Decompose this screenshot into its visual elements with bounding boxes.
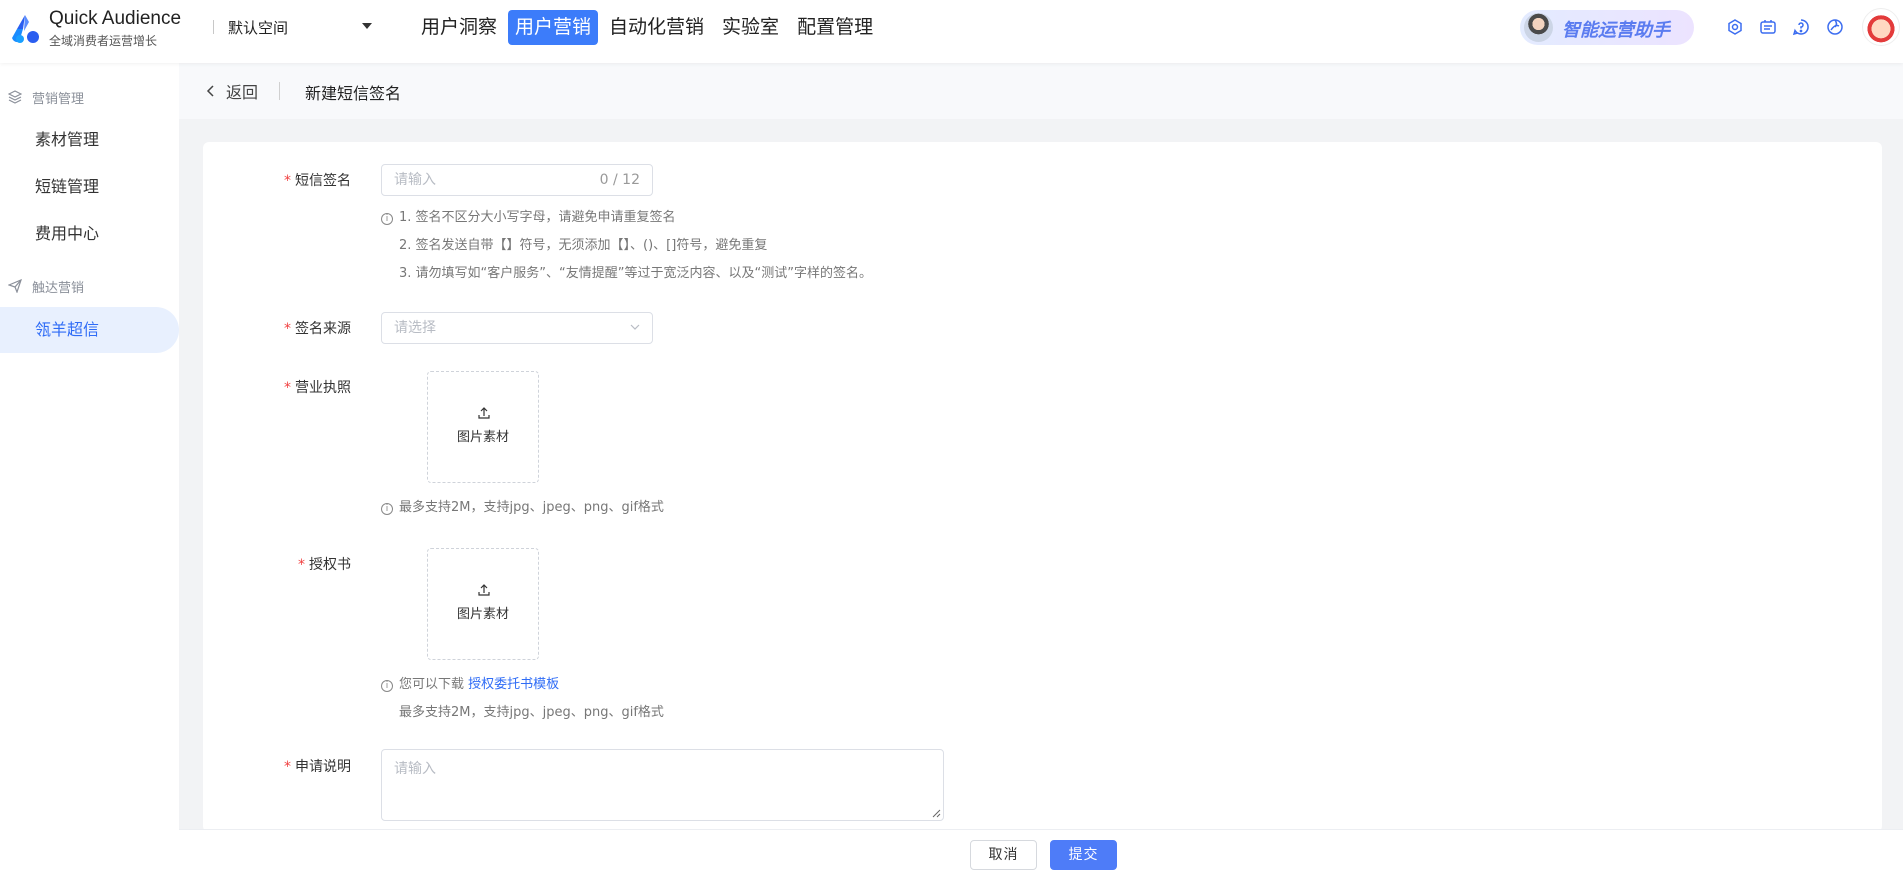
signature-placeholder: 请输入 [394,172,436,188]
description-textarea[interactable]: 请输入 [381,749,944,821]
header-divider [213,20,214,34]
sidebar-group-reach-marketing: 触达营销 [8,276,84,296]
nav-config[interactable]: 配置管理 [790,10,880,45]
description-placeholder: 请输入 [394,761,436,777]
source-select[interactable]: 请选择 [381,312,653,344]
caret-down-icon[interactable] [362,23,372,29]
workspace-selector[interactable]: 默认空间 [228,17,288,38]
sidebar-group-label: 营销管理 [32,91,85,107]
license-label: * 营业执照 [284,377,351,397]
sidebar-item-lingyang-chaoxin[interactable]: 瓴羊超信 [0,307,179,353]
assistant-avatar-icon [1524,13,1553,42]
description-label: * 申请说明 [284,756,351,776]
authorization-upload[interactable]: 图片素材 [427,548,539,660]
authorization-template-link[interactable]: 授权委托书模板 [468,677,559,692]
send-icon [8,279,22,293]
required-mark: * [284,321,291,337]
upload-label: 图片素材 [456,607,509,622]
back-label: 返回 [226,83,259,102]
brand-title: Quick Audience [49,8,182,29]
page-title: 新建短信签名 [305,84,402,103]
form-footer: 取消 提交 [179,829,1903,876]
main-nav: 用户洞察 用户营销 自动化营销 实验室 配置管理 [414,10,884,45]
chevron-down-icon [630,324,640,330]
app-icon[interactable] [1726,18,1744,36]
hint-text: 最多支持2M，支持jpg、jpeg、png、gif格式 [399,500,664,515]
required-mark: * [284,380,291,396]
signature-label-text: 短信签名 [295,173,351,189]
assistant-label: 智能运营助手 [1562,20,1670,41]
license-label-text: 营业执照 [295,380,351,396]
authorization-hint-2: 最多支持2M，支持jpg、jpeg、png、gif格式 [399,705,664,720]
license-hint: i 最多支持2M，支持jpg、jpeg、png、gif格式 [381,496,664,515]
description-label-text: 申请说明 [295,759,351,775]
user-avatar[interactable] [1862,8,1900,46]
subheader-divider [279,82,280,100]
source-label: * 签名来源 [284,318,351,338]
signature-input[interactable]: 请输入 0 / 12 [381,164,653,196]
authorization-hint: i 您可以下载 授权委托书模板 [381,673,559,692]
upload-label: 图片素材 [456,430,509,445]
license-upload[interactable]: 图片素材 [427,371,539,483]
layers-icon [8,90,22,104]
smart-assistant-button[interactable]: 智能运营助手 [1520,10,1694,45]
authorization-label-text: 授权书 [309,557,351,573]
sidebar-group-label: 触达营销 [32,280,85,296]
required-mark: * [284,759,291,775]
sidebar-item-billing[interactable]: 费用中心 [0,211,179,257]
nav-automation-marketing[interactable]: 自动化营销 [602,10,711,45]
resize-handle-icon[interactable] [931,808,941,818]
form-card: * 短信签名 请输入 0 / 12 i 1. 签名不区分大小写字母，请避免申请重复签… [203,142,1882,832]
info-icon: i [381,503,393,515]
signature-label: * 短信签名 [284,170,351,190]
required-mark: * [298,557,305,573]
submit-button[interactable]: 提交 [1050,840,1117,870]
signature-hint-1: i 1. 签名不区分大小写字母，请避免申请重复签名 [381,206,676,225]
required-mark: * [284,173,291,189]
nav-lab[interactable]: 实验室 [715,10,786,45]
message-icon[interactable] [1759,18,1777,36]
nav-user-marketing[interactable]: 用户营销 [508,10,599,45]
hint-text: 1. 签名不区分大小写字母，请避免申请重复签名 [399,210,676,225]
brand-subtitle: 全域消费者运营增长 [49,34,158,48]
quick-audience-logo-icon[interactable] [8,12,42,46]
back-button[interactable]: 返回 [205,81,259,102]
signature-hint-2: 2. 签名发送自带【】符号，无须添加【】、()、[]符号，避免重复 [399,238,768,253]
signature-hint-3: 3. 请勿填写如“客户服务”、“友情提醒”等过于宽泛内容、以及“测试”字样的签名… [399,266,872,281]
chevron-left-icon [206,85,214,97]
hint-text: 您可以下载 [399,677,465,692]
authorization-label: * 授权书 [298,554,351,574]
source-placeholder: 请选择 [394,320,436,336]
upload-icon [478,584,490,596]
help-icon[interactable] [1792,18,1810,36]
nav-user-insight[interactable]: 用户洞察 [414,10,504,45]
sidebar-group-marketing-management: 营销管理 [8,87,84,107]
sidebar-item-short-link[interactable]: 短链管理 [0,164,179,210]
char-counter: 0 / 12 [599,172,640,188]
cancel-button[interactable]: 取消 [970,840,1037,870]
upload-icon [478,407,490,419]
theme-icon[interactable] [1826,18,1844,36]
info-icon: i [381,213,393,225]
info-icon: i [381,680,393,692]
page-subheader: 返回 新建短信签名 [179,63,1903,119]
source-label-text: 签名来源 [295,321,351,337]
sidebar: 营销管理 素材管理 短链管理 费用中心 触达营销 瓴羊超信 [0,63,179,876]
sidebar-item-material[interactable]: 素材管理 [0,117,179,163]
top-header: Quick Audience 全域消费者运营增长 默认空间 用户洞察 用户营销 … [0,0,1903,63]
